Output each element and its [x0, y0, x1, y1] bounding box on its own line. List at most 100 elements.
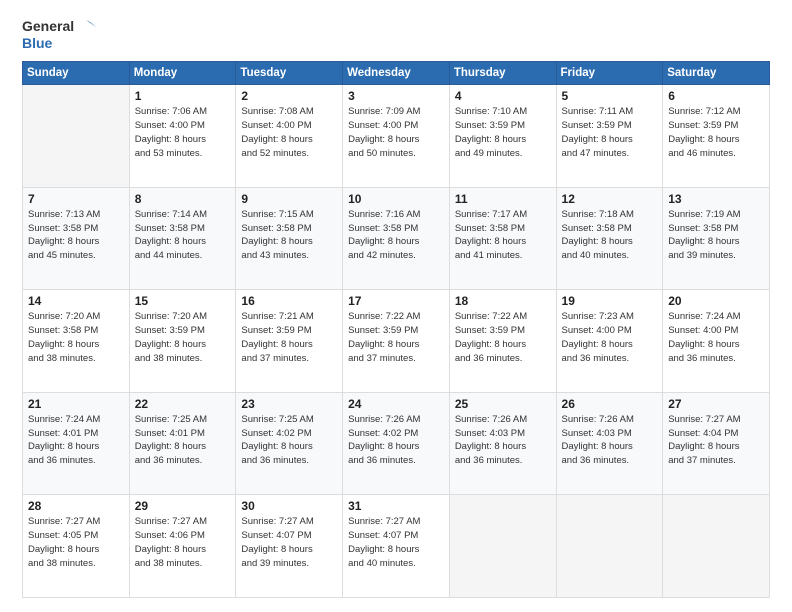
day-number: 4: [455, 89, 551, 103]
calendar-cell: 12 Sunrise: 7:18 AM Sunset: 3:58 PM Dayli…: [556, 187, 663, 290]
day-number: 15: [135, 294, 231, 308]
weekday-header-monday: Monday: [129, 62, 236, 85]
day-number: 28: [28, 499, 124, 513]
calendar-cell: 30 Sunrise: 7:27 AM Sunset: 4:07 PM Dayli…: [236, 495, 343, 598]
weekday-header-sunday: Sunday: [23, 62, 130, 85]
calendar-cell: 19 Sunrise: 7:23 AM Sunset: 4:00 PM Dayli…: [556, 290, 663, 393]
day-info: Sunrise: 7:19 AM Sunset: 3:58 PM Dayligh…: [668, 208, 764, 263]
logo-text-blue: Blue: [22, 36, 96, 51]
day-info: Sunrise: 7:12 AM Sunset: 3:59 PM Dayligh…: [668, 105, 764, 160]
day-number: 19: [562, 294, 658, 308]
day-info: Sunrise: 7:06 AM Sunset: 4:00 PM Dayligh…: [135, 105, 231, 160]
day-info: Sunrise: 7:26 AM Sunset: 4:03 PM Dayligh…: [562, 413, 658, 468]
calendar-cell: 26 Sunrise: 7:26 AM Sunset: 4:03 PM Dayli…: [556, 392, 663, 495]
day-info: Sunrise: 7:22 AM Sunset: 3:59 PM Dayligh…: [455, 310, 551, 365]
calendar-cell: 6 Sunrise: 7:12 AM Sunset: 3:59 PM Daylig…: [663, 85, 770, 188]
day-info: Sunrise: 7:24 AM Sunset: 4:00 PM Dayligh…: [668, 310, 764, 365]
day-info: Sunrise: 7:09 AM Sunset: 4:00 PM Dayligh…: [348, 105, 444, 160]
day-info: Sunrise: 7:16 AM Sunset: 3:58 PM Dayligh…: [348, 208, 444, 263]
day-number: 21: [28, 397, 124, 411]
weekday-header-friday: Friday: [556, 62, 663, 85]
day-info: Sunrise: 7:18 AM Sunset: 3:58 PM Dayligh…: [562, 208, 658, 263]
day-number: 9: [241, 192, 337, 206]
calendar-cell: 20 Sunrise: 7:24 AM Sunset: 4:00 PM Dayli…: [663, 290, 770, 393]
day-number: 22: [135, 397, 231, 411]
calendar-cell: 18 Sunrise: 7:22 AM Sunset: 3:59 PM Dayli…: [449, 290, 556, 393]
day-number: 29: [135, 499, 231, 513]
day-number: 6: [668, 89, 764, 103]
weekday-header-row: SundayMondayTuesdayWednesdayThursdayFrid…: [23, 62, 770, 85]
day-number: 10: [348, 192, 444, 206]
week-row-5: 28 Sunrise: 7:27 AM Sunset: 4:05 PM Dayli…: [23, 495, 770, 598]
week-row-3: 14 Sunrise: 7:20 AM Sunset: 3:58 PM Dayli…: [23, 290, 770, 393]
calendar-cell: [23, 85, 130, 188]
logo-text-general: General: [22, 19, 74, 34]
day-number: 30: [241, 499, 337, 513]
calendar-cell: 13 Sunrise: 7:19 AM Sunset: 3:58 PM Dayli…: [663, 187, 770, 290]
calendar-cell: 5 Sunrise: 7:11 AM Sunset: 3:59 PM Daylig…: [556, 85, 663, 188]
day-info: Sunrise: 7:10 AM Sunset: 3:59 PM Dayligh…: [455, 105, 551, 160]
calendar-cell: [556, 495, 663, 598]
day-number: 12: [562, 192, 658, 206]
calendar-cell: 22 Sunrise: 7:25 AM Sunset: 4:01 PM Dayli…: [129, 392, 236, 495]
day-info: Sunrise: 7:14 AM Sunset: 3:58 PM Dayligh…: [135, 208, 231, 263]
day-info: Sunrise: 7:24 AM Sunset: 4:01 PM Dayligh…: [28, 413, 124, 468]
day-info: Sunrise: 7:13 AM Sunset: 3:58 PM Dayligh…: [28, 208, 124, 263]
day-number: 20: [668, 294, 764, 308]
day-info: Sunrise: 7:08 AM Sunset: 4:00 PM Dayligh…: [241, 105, 337, 160]
day-info: Sunrise: 7:27 AM Sunset: 4:05 PM Dayligh…: [28, 515, 124, 570]
calendar-cell: 29 Sunrise: 7:27 AM Sunset: 4:06 PM Dayli…: [129, 495, 236, 598]
day-number: 31: [348, 499, 444, 513]
week-row-2: 7 Sunrise: 7:13 AM Sunset: 3:58 PM Daylig…: [23, 187, 770, 290]
calendar-cell: 8 Sunrise: 7:14 AM Sunset: 3:58 PM Daylig…: [129, 187, 236, 290]
calendar-cell: 25Sunrise: 7:26 AM Sunset: 4:03 PM Dayli…: [449, 392, 556, 495]
day-info: Sunrise: 7:26 AM Sunset: 4:02 PM Dayligh…: [348, 413, 444, 468]
calendar-cell: 16Sunrise: 7:21 AM Sunset: 3:59 PM Dayli…: [236, 290, 343, 393]
day-number: 16: [241, 294, 337, 308]
day-info: Sunrise: 7:20 AM Sunset: 3:59 PM Dayligh…: [135, 310, 231, 365]
day-info: Sunrise: 7:25 AM Sunset: 4:01 PM Dayligh…: [135, 413, 231, 468]
calendar-cell: 14 Sunrise: 7:20 AM Sunset: 3:58 PM Dayli…: [23, 290, 130, 393]
calendar-cell: 21 Sunrise: 7:24 AM Sunset: 4:01 PM Dayli…: [23, 392, 130, 495]
day-info: Sunrise: 7:11 AM Sunset: 3:59 PM Dayligh…: [562, 105, 658, 160]
day-info: Sunrise: 7:27 AM Sunset: 4:07 PM Dayligh…: [241, 515, 337, 570]
day-number: 7: [28, 192, 124, 206]
day-number: 8: [135, 192, 231, 206]
day-info: Sunrise: 7:27 AM Sunset: 4:06 PM Dayligh…: [135, 515, 231, 570]
day-number: 27: [668, 397, 764, 411]
day-number: 11: [455, 192, 551, 206]
header: General Blue: [22, 18, 770, 51]
calendar-cell: [449, 495, 556, 598]
calendar-cell: 27 Sunrise: 7:27 AM Sunset: 4:04 PM Dayli…: [663, 392, 770, 495]
day-number: 1: [135, 89, 231, 103]
calendar-cell: [663, 495, 770, 598]
day-number: 23: [241, 397, 337, 411]
calendar-cell: 15 Sunrise: 7:20 AM Sunset: 3:59 PM Dayli…: [129, 290, 236, 393]
calendar-cell: 9 Sunrise: 7:15 AM Sunset: 3:58 PM Daylig…: [236, 187, 343, 290]
day-info: Sunrise: 7:23 AM Sunset: 4:00 PM Dayligh…: [562, 310, 658, 365]
calendar-table: SundayMondayTuesdayWednesdayThursdayFrid…: [22, 61, 770, 598]
calendar-cell: 31 Sunrise: 7:27 AM Sunset: 4:07 PM Dayli…: [343, 495, 450, 598]
page: General Blue SundayMondayTuesdayWednesda…: [0, 0, 792, 612]
day-number: 5: [562, 89, 658, 103]
day-number: 14: [28, 294, 124, 308]
day-info: Sunrise: 7:20 AM Sunset: 3:58 PM Dayligh…: [28, 310, 124, 365]
calendar-cell: 24Sunrise: 7:26 AM Sunset: 4:02 PM Dayli…: [343, 392, 450, 495]
day-number: 26: [562, 397, 658, 411]
calendar-cell: 11Sunrise: 7:17 AM Sunset: 3:58 PM Dayli…: [449, 187, 556, 290]
day-number: 18: [455, 294, 551, 308]
day-number: 3: [348, 89, 444, 103]
day-number: 13: [668, 192, 764, 206]
calendar-cell: 17Sunrise: 7:22 AM Sunset: 3:59 PM Dayli…: [343, 290, 450, 393]
logo: General Blue: [22, 18, 96, 51]
logo-bird-icon: [76, 18, 96, 36]
weekday-header-thursday: Thursday: [449, 62, 556, 85]
day-info: Sunrise: 7:25 AM Sunset: 4:02 PM Dayligh…: [241, 413, 337, 468]
calendar-cell: 23 Sunrise: 7:25 AM Sunset: 4:02 PM Dayli…: [236, 392, 343, 495]
day-info: Sunrise: 7:27 AM Sunset: 4:04 PM Dayligh…: [668, 413, 764, 468]
day-info: Sunrise: 7:27 AM Sunset: 4:07 PM Dayligh…: [348, 515, 444, 570]
day-number: 17: [348, 294, 444, 308]
week-row-4: 21 Sunrise: 7:24 AM Sunset: 4:01 PM Dayli…: [23, 392, 770, 495]
calendar-cell: 4 Sunrise: 7:10 AM Sunset: 3:59 PM Daylig…: [449, 85, 556, 188]
day-info: Sunrise: 7:15 AM Sunset: 3:58 PM Dayligh…: [241, 208, 337, 263]
